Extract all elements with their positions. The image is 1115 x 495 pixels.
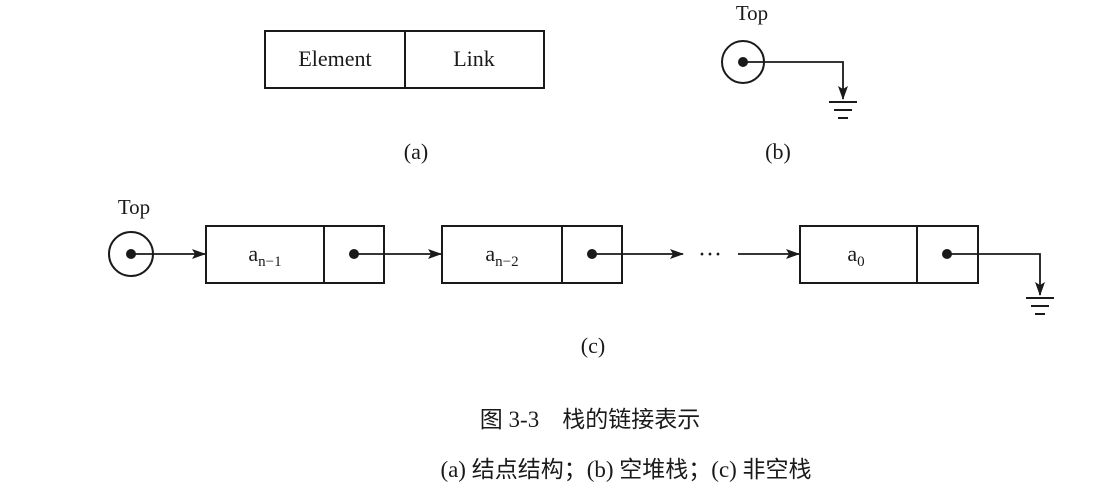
- node-element-label: a0: [847, 241, 864, 270]
- ellipsis: ···: [698, 242, 722, 268]
- null-link-arrow: [743, 61, 848, 100]
- nonempty-stack: Top an−1 an−2 ··· a0: [108, 195, 1054, 315]
- node-structure: Element Link: [264, 30, 545, 89]
- panel-c-label: (c): [581, 333, 605, 358]
- linked-stack-diagram: Element Link (a) Top (b) Top an−1 an−2 ·…: [108, 1, 1054, 482]
- top-pointer-label: Top: [118, 195, 150, 219]
- element-field-label: Element: [298, 46, 371, 71]
- null-ground-icon: [1026, 297, 1054, 315]
- top-pointer-label: Top: [736, 1, 768, 25]
- figure-caption-subtitle: (a) 结点结构；(b) 空堆栈；(c) 非空栈: [440, 457, 811, 482]
- panel-a-label: (a): [404, 139, 428, 164]
- link-field-label: Link: [453, 46, 495, 71]
- empty-stack: Top: [721, 1, 857, 119]
- panel-b-label: (b): [765, 139, 791, 164]
- node-element-label: an−1: [248, 241, 281, 270]
- null-ground-icon: [829, 101, 857, 119]
- node-element-label: an−2: [485, 241, 518, 270]
- null-link-arrow: [947, 253, 1045, 296]
- figure-caption-title: 图 3-3 栈的链接表示: [480, 407, 700, 432]
